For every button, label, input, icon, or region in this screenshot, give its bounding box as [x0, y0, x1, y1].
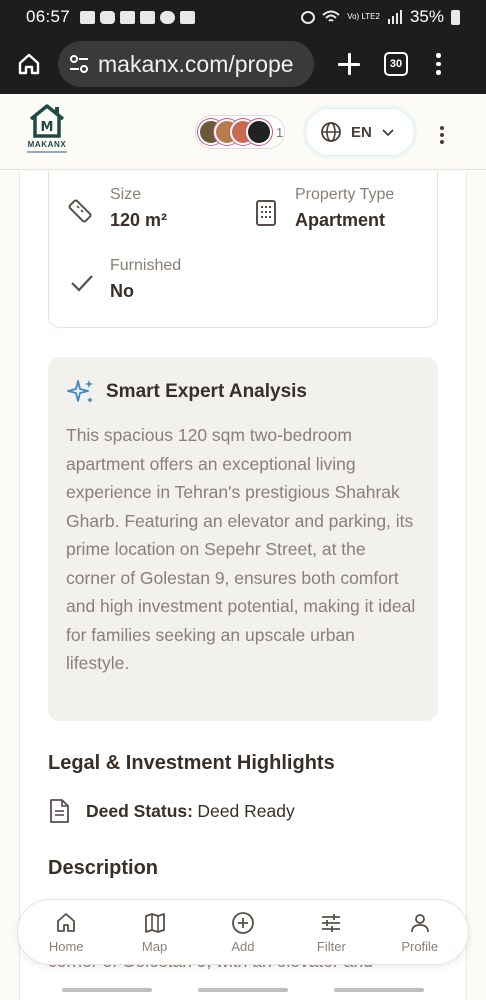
nav-home-label: Home: [48, 938, 84, 954]
deed-status-label: Deed Status:: [86, 800, 193, 821]
nav-profile-label: Profile: [401, 938, 439, 954]
battery-percent: 35%: [409, 7, 444, 26]
wifi-icon: [322, 10, 340, 22]
system-back-handle[interactable]: [334, 988, 424, 992]
chevron-down-icon: [382, 129, 394, 137]
nav-map-label: Map: [141, 938, 168, 954]
page-content: Size 120 m² Property Type Apartment Furn…: [0, 171, 486, 1000]
browser-toolbar: makanx.com/prope 30: [0, 34, 486, 94]
analysis-title: Smart Expert Analysis: [106, 381, 307, 402]
new-tab-button[interactable]: [336, 51, 362, 77]
building-icon: [256, 200, 276, 226]
home-icon: [18, 53, 40, 75]
site-settings-icon[interactable]: [68, 53, 90, 75]
user-icon: [410, 913, 429, 932]
system-recents-handle[interactable]: [62, 988, 152, 992]
bottom-navigation: Home Map Add Filter Profile: [17, 899, 469, 965]
language-label: EN: [351, 123, 372, 141]
property-type-value: Apartment: [295, 210, 386, 230]
store-icon: [140, 10, 156, 24]
avatar: [246, 119, 272, 145]
tab-switcher-button[interactable]: 30: [384, 52, 408, 76]
nav-home[interactable]: Home: [26, 911, 106, 954]
makanx-logo[interactable]: M MAKANX: [22, 103, 72, 161]
sparkle-icon: [67, 380, 93, 403]
alarm-icon: [301, 10, 316, 24]
nav-add[interactable]: Add: [203, 911, 283, 954]
notification-icons: [80, 10, 196, 24]
nav-filter-label: Filter: [316, 938, 346, 954]
app-header: M MAKANX 1 EN: [0, 94, 486, 170]
system-home-handle[interactable]: [198, 988, 288, 992]
add-circle-icon: [232, 911, 254, 934]
check-icon: [71, 275, 93, 292]
furnished-value: No: [110, 281, 134, 301]
svg-text:M: M: [41, 120, 54, 135]
home-icon: [57, 912, 76, 932]
address-bar[interactable]: makanx.com/prope: [58, 41, 314, 87]
property-type-label: Property Type: [295, 186, 395, 203]
size-label: Size: [110, 186, 142, 203]
nav-add-label: Add: [231, 938, 255, 954]
sliders-icon: [322, 913, 341, 932]
nav-profile[interactable]: Profile: [380, 911, 460, 954]
detail-size: Size 120 m²: [110, 186, 167, 231]
furnished-label: Furnished: [110, 257, 182, 274]
smart-analysis-card: Smart Expert Analysis This spacious 120 …: [48, 357, 438, 721]
description-title: Description: [48, 857, 159, 879]
logo-house-icon: M: [29, 103, 65, 138]
network-label: Vo) LTE2: [347, 12, 380, 21]
language-selector[interactable]: EN: [305, 108, 415, 156]
analysis-text: This spacious 120 sqm two-bedroom apartm…: [66, 425, 416, 673]
instagram-icon: [100, 10, 116, 24]
cloud-icon: [160, 10, 176, 24]
calendar-icon: [180, 10, 196, 24]
browser-menu-button[interactable]: [436, 53, 441, 75]
nav-map[interactable]: Map: [115, 911, 195, 954]
browser-home-button[interactable]: [14, 49, 44, 79]
url-text[interactable]: makanx.com/prope: [98, 51, 294, 78]
logo-tagline-line: [27, 150, 67, 153]
size-value: 120 m²: [110, 210, 168, 230]
detail-property-type: Property Type Apartment: [295, 186, 394, 231]
avatar-count: 1: [276, 124, 284, 140]
signal-icon: [387, 10, 402, 24]
document-icon: [50, 799, 69, 823]
deed-status-row: Deed Status: Deed Ready: [48, 798, 295, 824]
gallery-icon: [120, 10, 136, 24]
nav-filter[interactable]: Filter: [291, 911, 371, 954]
deed-status-value: Deed Ready: [197, 800, 295, 821]
user-avatars[interactable]: 1: [195, 115, 285, 149]
status-time: 06:57: [26, 7, 71, 26]
map-icon: [144, 912, 165, 933]
legal-section-title: Legal & Investment Highlights: [48, 752, 335, 774]
more-options-button[interactable]: [440, 126, 444, 144]
globe-icon: [321, 122, 341, 142]
detail-furnished: Furnished No: [110, 257, 181, 302]
youtube-icon: [80, 10, 96, 24]
status-bar: 06:57 Vo) LTE2 35%: [0, 0, 486, 34]
logo-text: MAKANX: [27, 139, 67, 149]
battery-icon: [451, 9, 460, 25]
ruler-icon: [68, 199, 92, 223]
